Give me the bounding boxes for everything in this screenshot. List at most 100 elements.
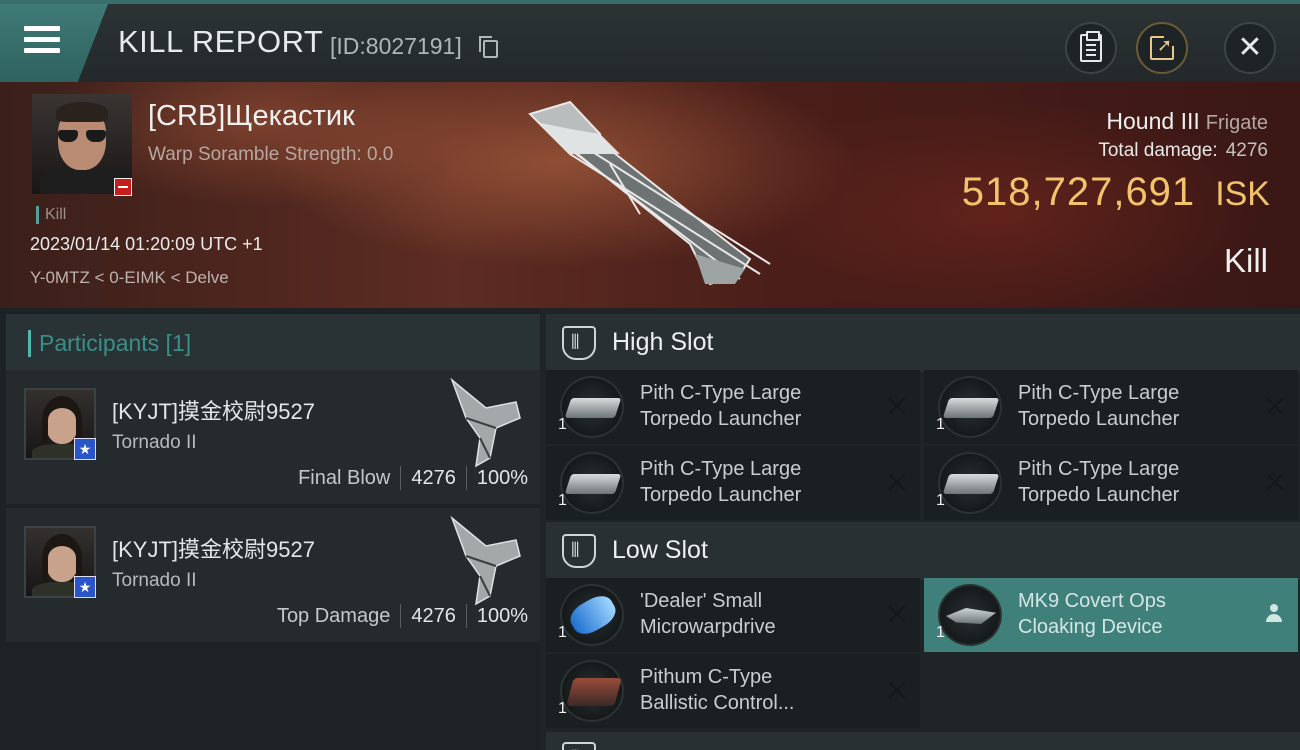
module-name-line1: Pith C-Type Large — [640, 458, 802, 480]
slot-icon — [562, 742, 596, 750]
participant-name: [KYJT]摸金校尉9527 — [112, 399, 315, 424]
kill-status: Kill — [1223, 242, 1268, 279]
module-name-line2: Microwarpdrive — [640, 616, 776, 638]
ship-class: Frigate — [1205, 112, 1268, 134]
close-button[interactable]: ✕ — [1224, 22, 1276, 74]
kill-location[interactable]: Y-0MTZ < 0-EIMK < Delve — [30, 268, 229, 288]
close-icon: ✕ — [1237, 30, 1263, 65]
module-name-line1: Pithum C-Type — [640, 666, 773, 688]
module-quantity: 1 — [936, 624, 945, 641]
negative-standing-icon — [114, 178, 132, 196]
participant-stats: Top Damage 4276 100% — [277, 604, 528, 628]
module-name-line1: MK9 Covert Ops — [1018, 590, 1166, 612]
share-icon — [1150, 34, 1176, 60]
victim-name[interactable]: [CRB]Щекастик — [148, 100, 355, 133]
torpedo-launcher-icon — [938, 452, 1002, 514]
isk-value: 518,727,691 ISK — [962, 170, 1270, 215]
participant-stats: Final Blow 4276 100% — [298, 466, 528, 490]
module-name: Pith C-Type Large Torpedo Launcher — [1018, 380, 1248, 432]
cloaking-device-icon — [938, 584, 1002, 646]
module-item[interactable]: 1 Pith C-Type Large Torpedo Launcher — [546, 446, 920, 520]
module-quantity: 1 — [936, 492, 945, 509]
module-name: Pithum C-Type Ballistic Control... — [640, 664, 870, 716]
module-quantity: 1 — [558, 416, 567, 433]
participants-heading: Participants [1] — [28, 330, 191, 357]
next-slot-header — [546, 732, 1300, 750]
participant-damage: 4276 — [411, 466, 456, 489]
module-item[interactable]: 1 Pithum C-Type Ballistic Control... — [546, 654, 920, 728]
total-damage-label: Total damage: — [1098, 140, 1218, 161]
participant-card[interactable]: ★ [KYJT]摸金校尉9527 Tornado II Top Damage 4… — [6, 508, 540, 642]
module-name-line1: Pith C-Type Large — [1018, 382, 1180, 404]
participant-ship: Tornado II — [112, 570, 197, 591]
fitting-panel: High Slot 1 Pith C-Type Large Torpedo La… — [540, 308, 1300, 750]
participants-header: Participants [1] — [6, 314, 540, 374]
participant-ship-render — [450, 516, 521, 606]
module-name: Pith C-Type Large Torpedo Launcher — [640, 456, 870, 508]
victim-ship[interactable]: Hound III Frigate — [1106, 108, 1268, 135]
participant-ship-render — [450, 378, 521, 468]
torpedo-launcher-icon — [560, 452, 624, 514]
star-icon: ★ — [74, 438, 96, 460]
module-name-line1: Pith C-Type Large — [640, 382, 802, 404]
hamburger-menu-icon[interactable] — [24, 24, 64, 58]
module-item[interactable]: 1 Pith C-Type Large Torpedo Launcher — [546, 370, 920, 444]
ship-name: Hound III — [1106, 108, 1200, 134]
module-name-line2: Torpedo Launcher — [640, 408, 802, 430]
module-name: Pith C-Type Large Torpedo Launcher — [640, 380, 870, 432]
module-item[interactable]: 1 Pith C-Type Large Torpedo Launcher — [924, 446, 1298, 520]
total-damage-value: 4276 — [1225, 140, 1268, 161]
destroyed-x-icon — [888, 605, 906, 623]
participant-ship: Tornado II — [112, 432, 197, 453]
module-name: MK9 Covert Ops Cloaking Device — [1018, 588, 1248, 640]
low-slot-label: Low Slot — [612, 536, 708, 564]
destroyed-x-icon — [888, 397, 906, 415]
kill-timestamp: 2023/01/14 01:20:09 UTC +1 — [30, 234, 263, 254]
participant-stat-label: Final Blow — [298, 466, 391, 489]
ballistic-control-icon — [560, 660, 624, 722]
report-id: [ID:8027191] — [330, 33, 462, 59]
window-header: KILL REPORT [ID:8027191] ✕ — [0, 0, 1300, 82]
module-name-line2: Torpedo Launcher — [640, 484, 802, 506]
destroyed-x-icon — [1266, 473, 1284, 491]
module-item[interactable]: 1 'Dealer' Small Microwarpdrive — [546, 578, 920, 652]
destroyed-x-icon — [888, 473, 906, 491]
module-name-line2: Ballistic Control... — [640, 692, 795, 714]
destroyed-x-icon — [1266, 397, 1284, 415]
module-name-line1: Pith C-Type Large — [1018, 458, 1180, 480]
microwarpdrive-icon — [560, 584, 624, 646]
clipboard-icon — [1080, 31, 1102, 62]
torpedo-launcher-icon — [560, 376, 624, 438]
participant-card[interactable]: ★ [KYJT]摸金校尉9527 Tornado II Final Blow 4… — [6, 370, 540, 504]
module-quantity: 1 — [558, 700, 567, 717]
participant-percent: 100% — [476, 466, 528, 489]
participant-damage: 4276 — [411, 604, 456, 627]
module-name-line2: Torpedo Launcher — [1018, 408, 1180, 430]
isk-amount: 518,727,691 — [961, 170, 1196, 214]
high-slot-header: High Slot — [546, 314, 1300, 372]
page-title: KILL REPORT — [118, 24, 324, 59]
total-damage: Total damage: 4276 — [1098, 140, 1268, 162]
person-icon — [1266, 604, 1282, 624]
share-button[interactable] — [1136, 22, 1188, 74]
module-quantity: 1 — [558, 624, 567, 641]
destroyed-x-icon — [888, 681, 906, 699]
module-name-line1: 'Dealer' Small — [640, 590, 763, 612]
high-slot-label: High Slot — [612, 328, 714, 356]
module-item[interactable]: 1 Pith C-Type Large Torpedo Launcher — [924, 370, 1298, 444]
kill-tag: Kill — [36, 206, 66, 224]
module-quantity: 1 — [558, 492, 567, 509]
high-slot-icon — [562, 326, 596, 360]
module-name-line2: Torpedo Launcher — [1018, 484, 1180, 506]
copy-icon[interactable] — [479, 36, 498, 58]
participant-percent: 100% — [476, 604, 528, 627]
module-name-line2: Cloaking Device — [1018, 616, 1163, 638]
module-name: Pith C-Type Large Torpedo Launcher — [1018, 456, 1248, 508]
module-item-dropped[interactable]: 1 MK9 Covert Ops Cloaking Device — [924, 578, 1298, 652]
warp-scramble-strength: Warp Soramble Strength: 0.0 — [148, 144, 394, 165]
ship-render — [528, 100, 771, 286]
clipboard-button[interactable] — [1065, 22, 1117, 74]
module-name: 'Dealer' Small Microwarpdrive — [640, 588, 870, 640]
star-icon: ★ — [74, 576, 96, 598]
participant-name: [KYJT]摸金校尉9527 — [112, 537, 315, 562]
